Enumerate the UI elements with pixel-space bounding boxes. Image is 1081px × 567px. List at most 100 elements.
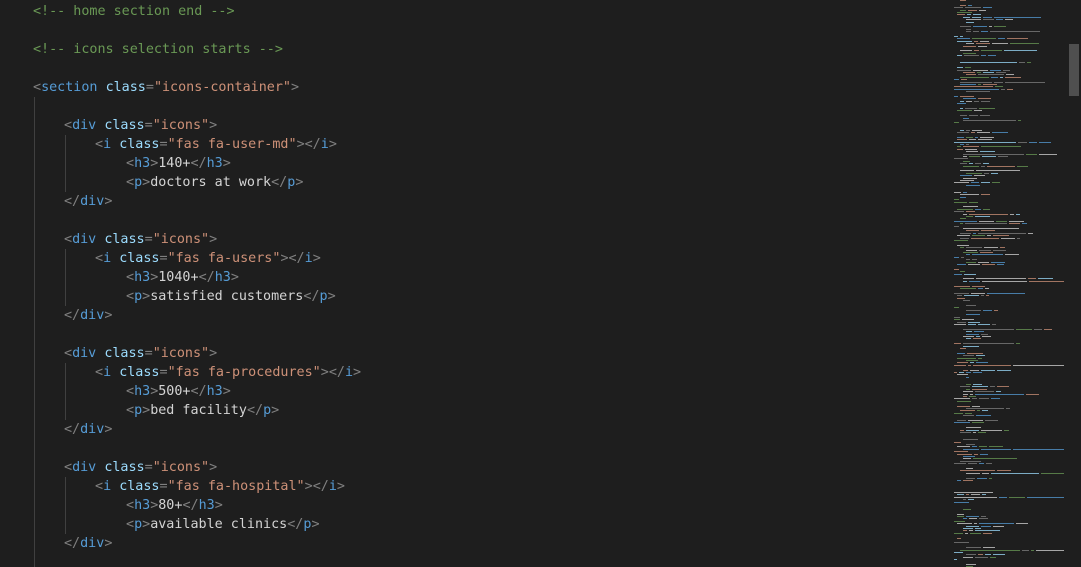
minimap-stroke [957,132,969,133]
minimap-stroke [1009,496,1025,498]
code-line[interactable]: <h3>500+</h3> [126,382,231,401]
minimap-stroke [994,26,1006,28]
minimap-stroke [970,393,973,395]
code-line[interactable]: <div class="icons"> [64,116,217,135]
punctuation: = [159,251,168,266]
minimap-stroke [972,254,1003,256]
minimap-stroke [960,175,972,177]
minimap-stroke [966,494,969,496]
minimap-stroke [960,9,966,11]
code-line[interactable]: </div> [64,420,112,439]
minimap-stroke [960,247,964,249]
minimap-stroke [978,98,991,100]
minimap-stroke [971,292,985,294]
minimap-stroke [981,31,988,33]
indent-guide [34,97,35,567]
minimap-stroke [973,31,979,33]
punctuation: < [126,289,135,304]
minimap-stroke [966,309,981,311]
minimap-stroke [999,496,1007,498]
minimap-stroke [963,177,977,179]
minimap-stroke [966,28,971,30]
minimap-stroke [963,499,966,501]
code-line[interactable]: <p>satisfied customers</p> [126,287,336,306]
minimap-stroke [954,225,959,227]
minimap-stroke [966,172,982,174]
code-line[interactable]: <h3>1040+</h3> [126,268,239,287]
code-line[interactable]: <h3>140+</h3> [126,154,231,173]
minimap[interactable] [952,0,1066,567]
code-line[interactable]: <div class="icons"> [64,230,217,249]
minimap-stroke [966,314,980,316]
code-line[interactable]: <p>doctors at work</p> [126,173,303,192]
minimap-stroke [977,410,980,412]
minimap-stroke [957,405,970,407]
minimap-stroke [957,208,973,210]
minimap-stroke [960,348,966,349]
scrollbar-thumb[interactable] [1069,44,1079,96]
minimap-stroke [957,420,966,421]
punctuation: > [291,80,300,95]
minimap-stroke [982,472,989,474]
minimap-stroke [954,201,967,203]
minimap-stroke [994,16,1041,18]
minimap-stroke [1031,549,1034,551]
minimap-stroke [963,213,967,215]
minimap-stroke [977,72,981,73]
code-line[interactable]: <section class="icons-container"> [33,78,299,97]
minimap-stroke [957,69,971,71]
minimap-stroke [960,180,974,181]
code-line[interactable]: <p>available clinics</p> [126,515,320,534]
punctuation: > [295,175,304,190]
tag-name: i [103,365,112,380]
minimap-stroke [960,84,976,85]
code-line[interactable]: <!-- icons selection starts --> [33,40,283,59]
punctuation: </ [190,156,207,171]
attribute-name: class [119,365,160,380]
code-line[interactable]: <p>bed facility</p> [126,401,279,420]
code-line[interactable]: <div class="icons"> [64,344,217,363]
minimap-stroke [957,513,964,515]
minimap-stroke [968,463,977,465]
code-line[interactable]: </div> [64,192,112,211]
minimap-stroke [957,67,963,69]
minimap-stroke [983,532,992,534]
punctuation: > [214,498,223,513]
minimap-stroke [966,43,974,45]
code-area[interactable]: <!-- home section end --> <!-- icons sele… [0,0,950,567]
minimap-stroke [969,530,973,532]
code-line[interactable]: <i class="fas fa-hospital"></i> [95,477,345,496]
minimap-stroke [954,520,965,522]
minimap-stroke [1010,43,1039,45]
tag-name: p [319,289,328,304]
minimap-stroke [994,309,998,311]
minimap-stroke [983,547,995,549]
element-text: satisfied customers [150,289,304,304]
minimap-stroke [966,304,976,306]
punctuation: = [144,118,153,133]
code-line[interactable]: <div class="icons"> [64,458,217,477]
minimap-stroke [1016,343,1020,345]
punctuation: > [280,251,289,266]
minimap-stroke [980,115,990,117]
minimap-stroke [1018,141,1027,143]
minimap-stroke [1036,549,1064,551]
code-line[interactable]: <!-- home section end --> [33,2,235,21]
minimap-stroke [954,268,959,270]
minimap-stroke [963,415,974,417]
code-editor[interactable]: <!-- home section end --> <!-- icons sele… [0,0,1081,567]
minimap-stroke [990,31,1040,33]
indent-guide [65,249,66,306]
code-line[interactable]: <i class="fas fa-users"></i> [95,249,321,268]
minimap-stroke [978,357,982,359]
minimap-stroke [954,398,970,400]
code-line[interactable]: <i class="fas fa-user-md"></i> [95,135,337,154]
minimap-stroke [970,362,974,364]
code-line[interactable]: <i class="fas fa-procedures"></i> [95,363,361,382]
code-line[interactable]: </div> [64,306,112,325]
minimap-stroke [972,388,987,390]
code-line[interactable]: <h3>80+</h3> [126,496,223,515]
minimap-stroke [1039,153,1057,155]
code-line[interactable]: </div> [64,534,112,553]
punctuation: = [159,365,168,380]
